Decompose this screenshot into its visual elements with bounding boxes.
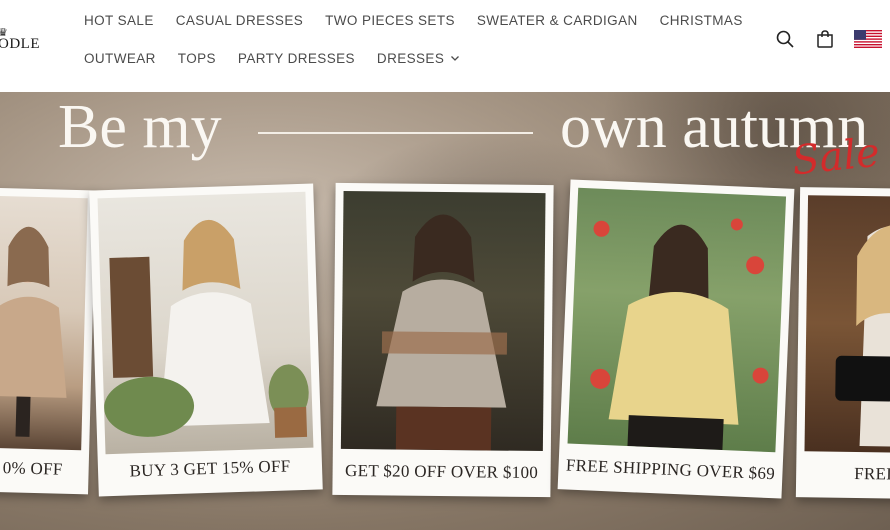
promo-card-4[interactable]: FREE SHIPPING OVER $69 xyxy=(557,179,795,499)
promo-photo-1 xyxy=(0,195,88,451)
main-nav-row-2: OUTWEAR TOPS PARTY DRESSES DRESSES xyxy=(84,50,482,66)
nav-dresses-dropdown[interactable]: DRESSES xyxy=(377,50,460,66)
nav-party-dresses[interactable]: PARTY DRESSES xyxy=(238,50,355,66)
nav-sweater-cardigan[interactable]: SWEATER & CARDIGAN xyxy=(477,12,638,28)
logo-text: ODLE xyxy=(0,36,40,52)
hero-sale-script: Sale xyxy=(789,129,882,185)
nav-outwear[interactable]: OUTWEAR xyxy=(84,50,156,66)
us-flag-icon[interactable] xyxy=(854,30,882,48)
site-header: ♛ ODLE HOT SALE CASUAL DRESSES TWO PIECE… xyxy=(0,0,890,92)
promo-photo-3 xyxy=(340,190,546,452)
promo-caption-3: GET $20 OFF OVER $100 xyxy=(345,460,539,483)
promo-caption-1: 0% OFF xyxy=(2,458,63,479)
promo-photo-2 xyxy=(97,191,314,455)
promo-caption-4: FREE SHIPPING OVER $69 xyxy=(565,455,776,484)
hero-headline-left: Be my xyxy=(58,93,222,161)
header-actions xyxy=(774,28,882,50)
promo-photo-4 xyxy=(567,187,787,453)
chevron-down-icon xyxy=(451,56,460,61)
nav-casual-dresses[interactable]: CASUAL DRESSES xyxy=(176,12,303,28)
promo-caption-2: BUY 3 GET 15% OFF xyxy=(129,456,291,481)
headline-divider xyxy=(258,132,533,134)
promo-card-1[interactable]: 0% OFF xyxy=(0,187,96,495)
nav-tops[interactable]: TOPS xyxy=(178,50,216,66)
nav-christmas[interactable]: CHRISTMAS xyxy=(660,12,743,28)
hero-banner[interactable]: Be my own autumn Sale 0% OFF BUY 3 GET 1… xyxy=(0,92,890,530)
promo-card-3[interactable]: GET $20 OFF OVER $100 xyxy=(332,182,554,498)
promo-card-2[interactable]: BUY 3 GET 15% OFF xyxy=(89,183,323,497)
main-nav-row-1: HOT SALE CASUAL DRESSES TWO PIECES SETS … xyxy=(84,12,765,28)
search-icon[interactable] xyxy=(774,28,796,50)
cart-icon[interactable] xyxy=(814,28,836,50)
promo-caption-5: FREI xyxy=(854,463,890,484)
promo-photo-5 xyxy=(804,195,890,453)
brand-logo[interactable]: ♛ ODLE xyxy=(0,26,50,56)
nav-two-pieces-sets[interactable]: TWO PIECES SETS xyxy=(325,12,455,28)
promo-card-5[interactable]: FREI xyxy=(795,187,890,499)
nav-dresses-label: DRESSES xyxy=(376,50,445,66)
nav-hot-sale[interactable]: HOT SALE xyxy=(84,12,154,28)
